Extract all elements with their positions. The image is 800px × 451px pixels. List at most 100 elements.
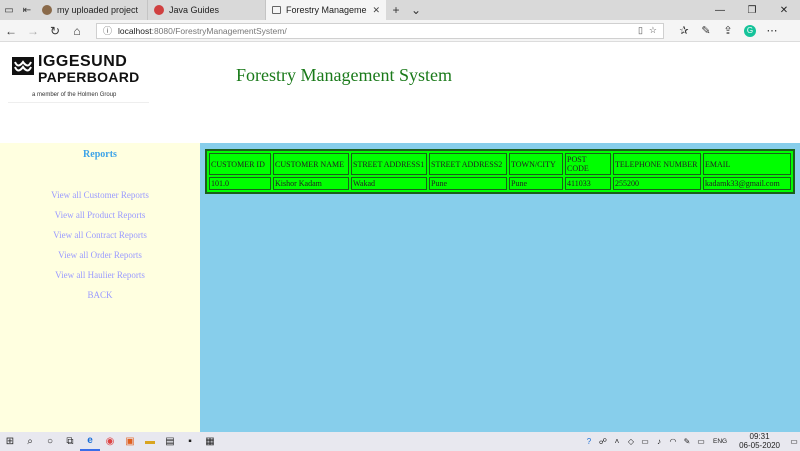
table-cell: 101.0	[209, 177, 271, 190]
column-header: EMAIL	[703, 153, 791, 175]
url-text: localhost:8080/ForestryManagementSystem/	[118, 26, 632, 36]
wifi-icon[interactable]: ◠	[667, 432, 679, 451]
forward-arrow-icon[interactable]: →	[22, 20, 44, 42]
maximize-icon[interactable]: ❐	[736, 0, 768, 20]
table-header-row: CUSTOMER ID CUSTOMER NAME STREET ADDRESS…	[209, 153, 791, 175]
table-row: 101.0 Kishor Kadam Wakad Pune Pune 41103…	[209, 177, 791, 190]
sidebar-title: Reports	[83, 149, 117, 160]
clock[interactable]: 09:31 06-05-2020	[733, 432, 786, 451]
table-cell: 255200	[613, 177, 701, 190]
browser-tools: ✰ ✎ ⇪ G ⋯	[674, 20, 782, 42]
column-header: STREET ADDRESS1	[351, 153, 427, 175]
network-icon[interactable]: ▭	[639, 432, 651, 451]
tab-title: Java Guides	[169, 5, 220, 15]
reading-view-icon[interactable]: ▯	[638, 25, 643, 36]
cortana-icon[interactable]: ○	[40, 432, 60, 451]
column-header: TOWN/CITY	[509, 153, 563, 175]
app-icon[interactable]: ▣	[120, 432, 140, 451]
edge-browser-icon[interactable]: e	[80, 432, 100, 451]
help-icon[interactable]: ?	[583, 432, 595, 451]
tab-title: Forestry Management S	[286, 5, 367, 15]
home-icon[interactable]: ⌂	[66, 20, 88, 42]
windows-start-icon[interactable]: ⊞	[0, 432, 20, 451]
column-header: CUSTOMER ID	[209, 153, 271, 175]
company-logo: IGGESUND PAPERBOARD a member of the Holm…	[8, 51, 149, 103]
refresh-icon[interactable]: ↻	[44, 20, 66, 42]
grammarly-icon[interactable]: G	[744, 24, 756, 37]
table-cell: kadamk33@gmail.com	[703, 177, 791, 190]
column-header: CUSTOMER NAME	[273, 153, 349, 175]
favorite-star-icon[interactable]: ☆	[649, 25, 657, 36]
sidebar-link-haulier-reports[interactable]: View all Haulier Reports	[0, 265, 200, 285]
window-controls: — ❐ ✕	[704, 0, 800, 20]
sidebar-link-customer-reports[interactable]: View all Customer Reports	[0, 185, 200, 205]
sidebar-link-back[interactable]: BACK	[0, 285, 200, 305]
chevron-down-icon[interactable]: ⌄	[406, 0, 426, 20]
close-window-icon[interactable]: ✕	[768, 0, 800, 20]
sidebar-menu: View all Customer Reports View all Produ…	[0, 185, 200, 305]
browser-tab-3[interactable]: Forestry Management S ✕	[266, 0, 386, 20]
favorites-icon[interactable]: ✰	[674, 20, 694, 42]
notepad-icon[interactable]: ▤	[160, 432, 180, 451]
sidebar-link-order-reports[interactable]: View all Order Reports	[0, 245, 200, 265]
tab-manager-icon[interactable]: ▭	[0, 0, 18, 20]
page-title: Forestry Management System	[236, 65, 452, 85]
windows-taskbar: ⊞ ⌕ ○ ⧉ e ◉ ▣ ▬ ▤ ▪ ▦ ? ☍ ˄ ◇ ▭ ♪ ◠ ✎ ▭ …	[0, 432, 800, 451]
table-cell: Wakad	[351, 177, 427, 190]
customer-report-table: CUSTOMER ID CUSTOMER NAME STREET ADDRESS…	[205, 149, 795, 194]
logo-text-line2: PAPERBOARD	[38, 69, 140, 85]
column-header: STREET ADDRESS2	[429, 153, 507, 175]
language-indicator[interactable]: ENG	[709, 432, 731, 451]
sidebar: Reports View all Customer Reports View a…	[0, 143, 200, 432]
minimize-icon[interactable]: —	[704, 0, 736, 20]
web-page: IGGESUND PAPERBOARD a member of the Holm…	[0, 43, 800, 432]
column-header: TELEPHONE NUMBER	[613, 153, 701, 175]
tab-favicon	[154, 5, 164, 15]
tab-title: my uploaded project list.do	[57, 5, 141, 15]
share-icon[interactable]: ⇪	[718, 20, 738, 42]
dropbox-icon[interactable]: ◇	[625, 432, 637, 451]
chevron-up-icon[interactable]: ˄	[611, 432, 623, 451]
pen-workspace-icon[interactable]: ✎	[681, 432, 693, 451]
page-icon	[272, 6, 281, 14]
tab-favicon	[42, 5, 52, 15]
info-icon[interactable]: ⓘ	[103, 24, 112, 37]
logo-tagline: a member of the Holmen Group	[32, 92, 117, 98]
task-view-icon[interactable]: ⧉	[60, 432, 80, 451]
page-header: IGGESUND PAPERBOARD a member of the Holm…	[0, 43, 800, 143]
logo-mark-icon	[12, 57, 34, 75]
close-tab-icon[interactable]: ✕	[372, 5, 380, 16]
file-explorer-icon[interactable]: ▬	[140, 432, 160, 451]
table-cell: Kishor Kadam	[273, 177, 349, 190]
system-tray: ? ☍ ˄ ◇ ▭ ♪ ◠ ✎ ▭ ENG 09:31 06-05-2020 ▭	[583, 432, 800, 451]
volume-icon[interactable]: ♪	[653, 432, 665, 451]
set-aside-tabs-icon[interactable]: ⇤	[18, 0, 36, 20]
address-input[interactable]: ⓘ localhost:8080/ForestryManagementSyste…	[96, 22, 664, 39]
terminal-icon[interactable]: ▪	[180, 432, 200, 451]
sidebar-link-contract-reports[interactable]: View all Contract Reports	[0, 225, 200, 245]
keyboard-icon[interactable]: ▭	[695, 432, 707, 451]
new-tab-icon[interactable]: +	[386, 0, 406, 20]
pen-icon[interactable]: ✎	[696, 20, 716, 42]
browser-tab-2[interactable]: Java Guides	[148, 0, 266, 20]
main-content: CUSTOMER ID CUSTOMER NAME STREET ADDRESS…	[200, 143, 800, 432]
app2-icon[interactable]: ▦	[200, 432, 220, 451]
table-cell: Pune	[429, 177, 507, 190]
search-icon[interactable]: ⌕	[20, 432, 40, 451]
clock-date: 06-05-2020	[739, 441, 780, 451]
notifications-icon[interactable]: ▭	[788, 432, 800, 451]
more-icon[interactable]: ⋯	[762, 20, 782, 42]
browser-tab-bar: ▭ ⇤ my uploaded project list.do Java Gui…	[0, 0, 800, 20]
column-header: POST CODE	[565, 153, 611, 175]
table-cell: 411033	[565, 177, 611, 190]
chrome-icon[interactable]: ◉	[100, 432, 120, 451]
url-path: :8080/ForestryManagementSystem/	[151, 25, 287, 36]
url-host: localhost	[118, 25, 152, 36]
sidebar-link-product-reports[interactable]: View all Product Reports	[0, 205, 200, 225]
clock-time: 09:31	[749, 431, 770, 441]
back-arrow-icon[interactable]: ←	[0, 20, 22, 42]
people-icon[interactable]: ☍	[597, 432, 609, 451]
table-cell: Pune	[509, 177, 563, 190]
address-toolbar: ← → ↻ ⌂ ⓘ localhost:8080/ForestryManagem…	[0, 20, 800, 42]
browser-tab-1[interactable]: my uploaded project list.do	[36, 0, 148, 20]
